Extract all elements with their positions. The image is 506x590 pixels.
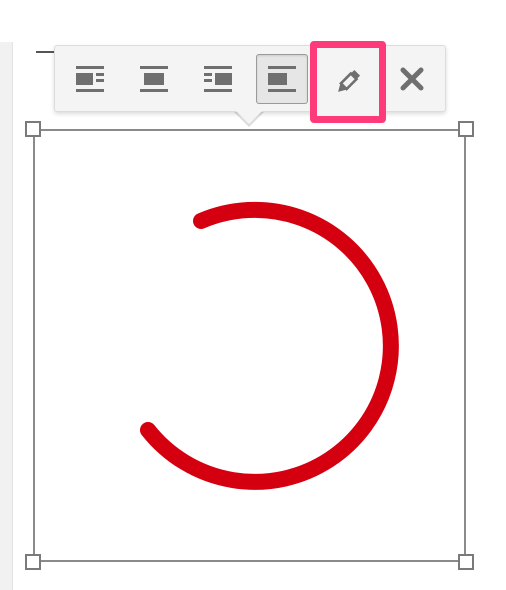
align-none-button[interactable] xyxy=(256,54,308,104)
close-icon xyxy=(400,67,424,91)
editor-canvas xyxy=(0,0,506,590)
editor-left-gutter xyxy=(0,42,13,590)
toolbar-pointer xyxy=(235,110,263,124)
resize-handle-bottom-right[interactable] xyxy=(458,554,474,570)
red-arc-stroke xyxy=(140,201,399,490)
remove-image-button[interactable] xyxy=(386,54,438,104)
resize-handle-top-left[interactable] xyxy=(25,121,41,137)
align-center-button[interactable] xyxy=(128,54,180,104)
pencil-icon xyxy=(338,69,361,92)
align-center-icon xyxy=(140,66,168,92)
resize-handle-bottom-left[interactable] xyxy=(25,554,41,570)
align-left-icon xyxy=(76,66,104,92)
red-arc-image xyxy=(140,201,399,490)
selected-image[interactable] xyxy=(33,129,466,562)
align-right-button[interactable] xyxy=(192,54,244,104)
image-inline-toolbar xyxy=(54,45,446,112)
resize-handle-top-right[interactable] xyxy=(458,121,474,137)
align-right-icon xyxy=(204,66,232,92)
edit-image-button[interactable] xyxy=(317,48,379,116)
align-left-button[interactable] xyxy=(64,54,116,104)
align-none-icon xyxy=(268,66,296,92)
